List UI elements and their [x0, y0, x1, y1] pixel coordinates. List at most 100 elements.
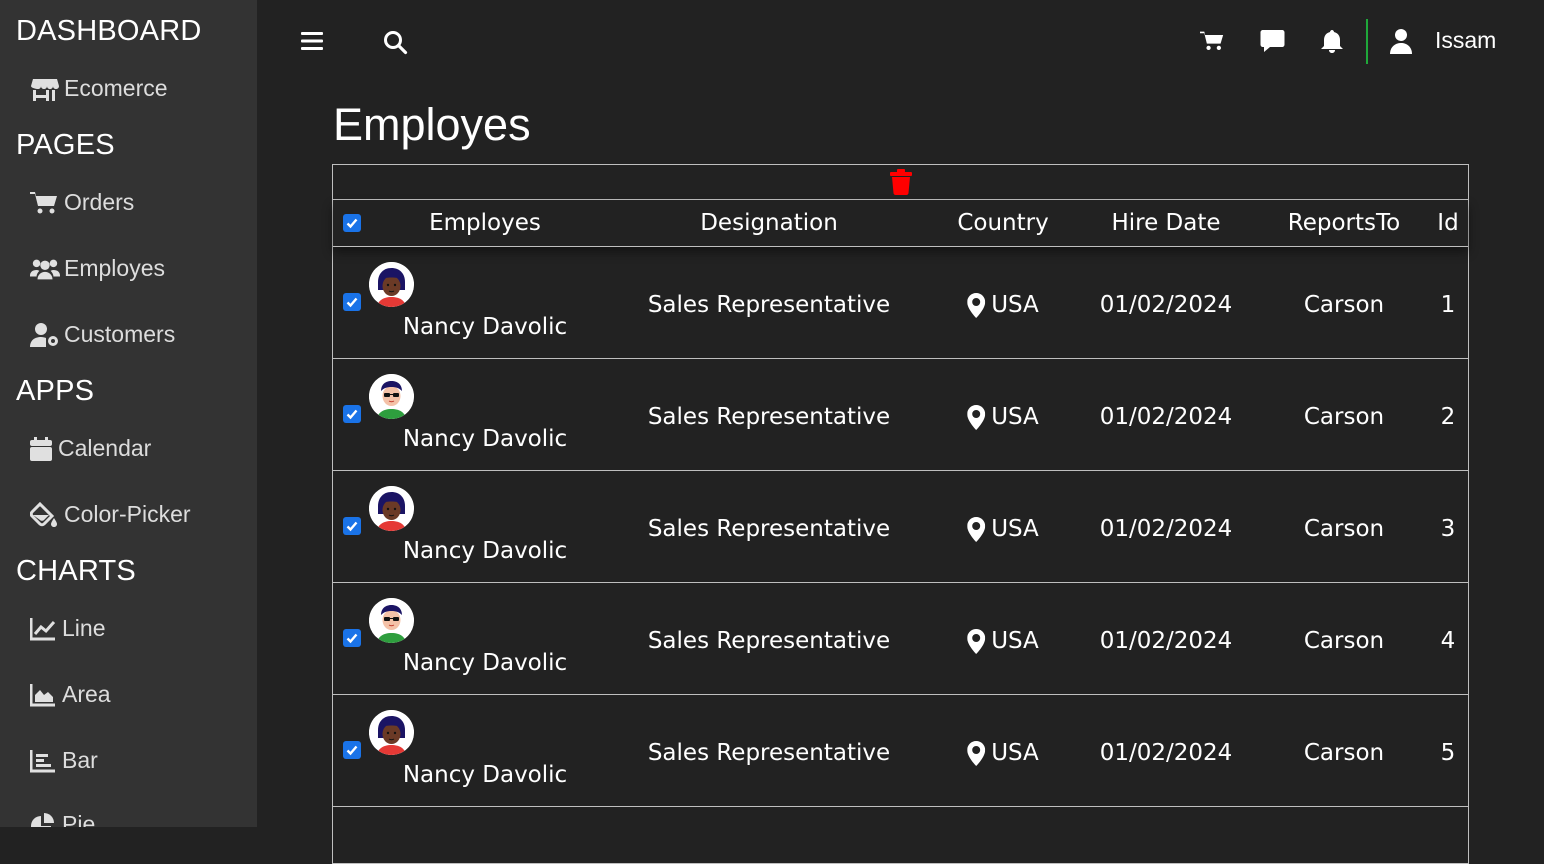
country-label: USA	[991, 292, 1039, 318]
employee-name: Nancy Davolic	[402, 426, 568, 452]
sidebar-item-label: Ecomerce	[64, 75, 168, 101]
username[interactable]: Issam	[1435, 27, 1496, 54]
country-cell: USA	[967, 516, 1039, 542]
cart-icon	[30, 190, 60, 216]
row-checkbox[interactable]	[343, 629, 361, 647]
column-header-designation[interactable]: Designation	[700, 210, 838, 236]
sidebar-item-label: Bar	[62, 747, 98, 773]
employee-name: Nancy Davolic	[402, 314, 568, 340]
country-cell: USA	[967, 404, 1039, 430]
paint-bucket-icon	[30, 501, 60, 528]
row-checkbox[interactable]	[343, 405, 361, 423]
section-title-charts: CHARTS	[16, 555, 136, 587]
location-pin-icon	[967, 740, 991, 766]
location-pin-icon	[967, 516, 991, 542]
line-chart-icon	[30, 616, 56, 642]
grid-toolbar	[333, 165, 1468, 200]
calendar-icon	[30, 436, 52, 462]
table-row[interactable]: Nancy Davolic Sales Representative USA 01/0…	[333, 470, 1468, 582]
location-pin-icon	[967, 292, 991, 318]
country-label: USA	[991, 516, 1039, 542]
section-title-dashboard: DASHBOARD	[16, 15, 202, 47]
sidebar-item-label: Line	[62, 615, 106, 641]
page-title: Employes	[333, 99, 531, 150]
id-cell: 3	[1440, 516, 1456, 542]
country-label: USA	[991, 404, 1039, 430]
menu-icon[interactable]	[300, 30, 324, 52]
sidebar-item-line[interactable]: Line	[30, 615, 105, 642]
designation-cell: Sales Representative	[647, 404, 891, 430]
sidebar-item-employes[interactable]: Employes	[30, 255, 165, 282]
row-checkbox[interactable]	[343, 741, 361, 759]
id-cell: 5	[1440, 740, 1456, 766]
designation-cell: Sales Representative	[647, 292, 891, 318]
cart-icon[interactable]	[1199, 29, 1225, 53]
country-cell: USA	[967, 292, 1039, 318]
avatar	[369, 710, 414, 755]
table-row[interactable]: Nancy Davolic Sales Representative USA 01/0…	[333, 694, 1468, 806]
sidebar-item-calendar[interactable]: Calendar	[30, 435, 151, 462]
row-checkbox[interactable]	[343, 293, 361, 311]
chat-icon[interactable]	[1259, 28, 1285, 54]
search-icon[interactable]	[382, 29, 408, 55]
country-cell: USA	[967, 740, 1039, 766]
hire-date-cell: 01/02/2024	[1099, 740, 1233, 766]
employee-name: Nancy Davolic	[402, 650, 568, 676]
hire-date-cell: 01/02/2024	[1099, 516, 1233, 542]
reports-to-cell: Carson	[1303, 516, 1385, 542]
sidebar-item-area[interactable]: Area	[30, 681, 111, 708]
location-pin-icon	[967, 628, 991, 654]
id-cell: 2	[1440, 404, 1456, 430]
location-pin-icon	[967, 404, 991, 430]
column-header-reports-to[interactable]: ReportsTo	[1288, 210, 1400, 236]
avatar	[369, 598, 414, 643]
column-header-id[interactable]: Id	[1437, 210, 1458, 236]
reports-to-cell: Carson	[1303, 292, 1385, 318]
avatar	[369, 262, 414, 307]
users-icon	[30, 256, 60, 282]
user-gear-icon	[30, 322, 60, 348]
sidebar-item-pie[interactable]: Pie	[30, 811, 95, 827]
sidebar-item-customers[interactable]: Customers	[30, 321, 175, 348]
designation-cell: Sales Representative	[647, 628, 891, 654]
bar-chart-icon	[30, 748, 56, 774]
area-chart-icon	[30, 682, 56, 708]
employee-name: Nancy Davolic	[402, 762, 568, 788]
user-icon[interactable]	[1389, 28, 1413, 54]
hire-date-cell: 01/02/2024	[1099, 292, 1233, 318]
sidebar-item-label: Calendar	[58, 435, 152, 461]
row-checkbox[interactable]	[343, 517, 361, 535]
sidebar-item-label: Customers	[64, 321, 176, 347]
column-header-country[interactable]: Country	[957, 210, 1048, 236]
column-header-hire-date[interactable]: Hire Date	[1111, 210, 1220, 236]
bell-icon[interactable]	[1320, 28, 1344, 54]
sidebar-item-label: Area	[62, 681, 111, 707]
country-cell: USA	[967, 628, 1039, 654]
reports-to-cell: Carson	[1303, 628, 1385, 654]
sidebar-item-label: Orders	[64, 189, 135, 215]
section-title-pages: PAGES	[16, 129, 115, 161]
table-row[interactable]: Nancy Davolic Sales Representative USA 01/0…	[333, 358, 1468, 470]
table-row[interactable]: Nancy Davolic Sales Representative USA 01/0…	[333, 582, 1468, 694]
sidebar-item-orders[interactable]: Orders	[30, 189, 134, 216]
table-row[interactable]: Nancy Davolic Sales Representative USA 01/0…	[333, 246, 1468, 358]
hire-date-cell: 01/02/2024	[1099, 628, 1233, 654]
employees-grid: Employes Designation Country Hire Date R…	[332, 164, 1469, 864]
shop-icon	[30, 76, 60, 102]
trash-icon[interactable]	[890, 169, 912, 200]
hire-date-cell: 01/02/2024	[1099, 404, 1233, 430]
sidebar-item-bar[interactable]: Bar	[30, 747, 98, 774]
sidebar: DASHBOARD Ecomerce PAGES Orders Employes…	[0, 0, 257, 827]
topbar-divider	[1366, 19, 1368, 64]
table-row[interactable]	[333, 806, 1468, 846]
sidebar-item-label: Pie	[62, 811, 96, 827]
grid-header: Employes Designation Country Hire Date R…	[333, 200, 1468, 246]
sidebar-item-label: Color-Picker	[64, 501, 191, 527]
avatar	[369, 374, 414, 419]
sidebar-item-color-picker[interactable]: Color-Picker	[30, 501, 191, 528]
select-all-checkbox[interactable]	[343, 214, 361, 232]
sidebar-item-ecomerce[interactable]: Ecomerce	[30, 75, 168, 102]
id-cell: 1	[1440, 292, 1456, 318]
column-header-employes[interactable]: Employes	[429, 210, 541, 236]
reports-to-cell: Carson	[1303, 740, 1385, 766]
